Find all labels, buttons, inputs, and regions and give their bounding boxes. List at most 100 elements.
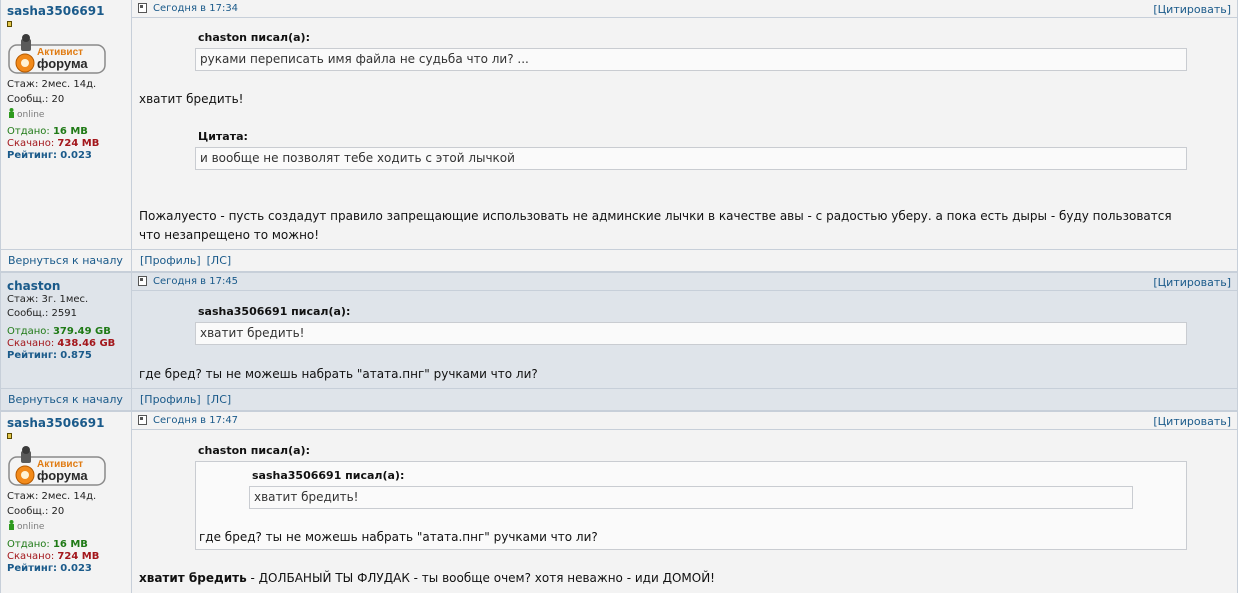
post-author-panel: sasha3506691 Активист форума Стаж: 2мес.…: [1, 0, 132, 249]
author-downloaded: Скачано: 724 MB: [7, 138, 99, 149]
author-messages: Сообщ.: 20: [7, 506, 65, 517]
rating-value: 0.023: [60, 150, 92, 161]
footer-right-cell: [Профиль] [ЛС]: [132, 250, 1237, 271]
pm-link[interactable]: [ЛС]: [207, 254, 232, 267]
post-text: хватит бредить - ДОЛБАНЫЙ ТЫ ФЛУДАК - ты…: [139, 569, 715, 587]
nested-quote-author: sasha3506691 писал(а):: [252, 469, 405, 482]
uploaded-value: 16 MB: [52, 126, 88, 137]
downloaded-value: 438.46 GB: [57, 338, 116, 349]
profile-link[interactable]: [Профиль]: [140, 254, 201, 267]
footer-actions: [Профиль] [ЛС]: [140, 254, 237, 267]
post-text: хватит бредить!: [139, 92, 244, 106]
post-text-bold: хватит бредить: [139, 571, 247, 585]
post: sasha3506691 Активист форума Стаж: 2мес.…: [1, 412, 1237, 593]
activist-badge-icon: Активист форума: [8, 34, 106, 74]
author-uploaded: Отдано: 16 MB: [7, 539, 88, 550]
downloaded-value: 724 MB: [57, 551, 100, 562]
post-author-panel: chaston Стаж: 3г. 1мес. Сообщ.: 2591 Отд…: [1, 273, 132, 388]
online-person-icon: [9, 108, 14, 118]
post-content: Сегодня в 17:45 [Цитировать] sasha350669…: [132, 273, 1237, 388]
post-text: где бред? ты не можешь набрать "атата.пн…: [139, 367, 538, 381]
online-label: online: [17, 522, 45, 532]
badge-line2: форума: [37, 468, 88, 483]
downloaded-label: Скачано:: [7, 138, 55, 149]
post-link-icon[interactable]: [138, 3, 147, 13]
uploaded-label: Отдано:: [7, 539, 50, 550]
pm-link[interactable]: [ЛС]: [207, 393, 232, 406]
quote-author: chaston писал(а):: [198, 444, 310, 457]
quote-box: хватит бредить!: [195, 322, 1187, 345]
badge-line2: форума: [37, 56, 88, 71]
post-text-line: Пожалуесто - пусть создадут правило запр…: [139, 209, 1172, 223]
downloaded-label: Скачано:: [7, 551, 55, 562]
uploaded-value: 379.49 GB: [52, 326, 111, 337]
author-tenure: Стаж: 2мес. 14д.: [7, 491, 97, 502]
rank-icon: [7, 21, 12, 27]
quote-author: Цитата:: [198, 130, 248, 143]
downloaded-value: 724 MB: [57, 138, 100, 149]
quote-author: chaston писал(а):: [198, 31, 310, 44]
online-label: online: [17, 110, 45, 120]
back-to-top-link[interactable]: Вернуться к началу: [8, 393, 123, 406]
post-author-panel: sasha3506691 Активист форума Стаж: 2мес.…: [1, 412, 132, 593]
post-footer: Вернуться к началу [Профиль] [ЛС]: [1, 389, 1237, 410]
author-uploaded: Отдано: 379.49 GB: [7, 326, 111, 337]
uploaded-value: 16 MB: [52, 539, 88, 550]
quote-box: руками переписать имя файла не судьба чт…: [195, 48, 1187, 71]
online-person-icon: [9, 520, 14, 530]
back-to-top-link[interactable]: Вернуться к началу: [8, 254, 123, 267]
author-username[interactable]: sasha3506691: [7, 4, 104, 18]
quote-button[interactable]: [Цитировать]: [1153, 415, 1231, 428]
quote-author: sasha3506691 писал(а):: [198, 305, 351, 318]
author-tenure: Стаж: 2мес. 14д.: [7, 79, 97, 90]
author-username[interactable]: chaston: [7, 279, 60, 293]
forum-topic: sasha3506691 Активист форума Стаж: 2мес.…: [0, 0, 1238, 593]
post-header: Сегодня в 17:47 [Цитировать]: [132, 412, 1237, 430]
author-downloaded: Скачано: 438.46 GB: [7, 338, 115, 349]
author-uploaded: Отдано: 16 MB: [7, 126, 88, 137]
author-rating: Рейтинг: 0.875: [7, 350, 92, 361]
online-status: online: [7, 108, 44, 120]
post-date[interactable]: Сегодня в 17:34: [153, 3, 238, 14]
post-date[interactable]: Сегодня в 17:47: [153, 415, 238, 426]
profile-link[interactable]: [Профиль]: [140, 393, 201, 406]
post-content: Сегодня в 17:47 [Цитировать] chaston пис…: [132, 412, 1237, 593]
post-text-rest: - ДОЛБАНЫЙ ТЫ ФЛУДАК - ты вообще очем? х…: [246, 571, 715, 585]
author-username[interactable]: sasha3506691: [7, 416, 104, 430]
author-rating: Рейтинг: 0.023: [7, 563, 92, 574]
rating-value: 0.023: [60, 563, 92, 574]
author-rating: Рейтинг: 0.023: [7, 150, 92, 161]
author-tenure: Стаж: 3г. 1мес.: [7, 294, 89, 305]
activist-badge-icon: Активист форума: [8, 446, 106, 486]
footer-actions: [Профиль] [ЛС]: [140, 393, 237, 406]
post-text-line: что незапрещено то можно!: [139, 228, 320, 242]
post-link-icon[interactable]: [138, 415, 147, 425]
post: sasha3506691 Активист форума Стаж: 2мес.…: [1, 0, 1237, 249]
rating-value: 0.875: [60, 350, 92, 361]
footer-left-cell: Вернуться к началу: [1, 389, 132, 410]
quote-button[interactable]: [Цитировать]: [1153, 276, 1231, 289]
author-messages: Сообщ.: 20: [7, 94, 65, 105]
online-status: online: [7, 520, 44, 532]
nested-quote-box: хватит бредить!: [249, 486, 1133, 509]
post-date[interactable]: Сегодня в 17:45: [153, 276, 238, 287]
post-header: Сегодня в 17:45 [Цитировать]: [132, 273, 1237, 291]
post-footer: Вернуться к началу [Профиль] [ЛС]: [1, 250, 1237, 271]
quote-text: где бред? ты не можешь набрать "атата.пн…: [199, 530, 598, 544]
uploaded-label: Отдано:: [7, 326, 50, 337]
quote-button[interactable]: [Цитировать]: [1153, 3, 1231, 16]
quote-box: и вообще не позволят тебе ходить с этой …: [195, 147, 1187, 170]
post-content: Сегодня в 17:34 [Цитировать] chaston пис…: [132, 0, 1237, 249]
post: chaston Стаж: 3г. 1мес. Сообщ.: 2591 Отд…: [1, 273, 1237, 388]
rating-label: Рейтинг:: [7, 563, 58, 574]
rank-icon: [7, 433, 12, 439]
post-link-icon[interactable]: [138, 276, 147, 286]
post-header: Сегодня в 17:34 [Цитировать]: [132, 0, 1237, 18]
footer-left-cell: Вернуться к началу: [1, 250, 132, 271]
quote-box: sasha3506691 писал(а): хватит бредить! г…: [195, 461, 1187, 550]
uploaded-label: Отдано:: [7, 126, 50, 137]
downloaded-label: Скачано:: [7, 338, 55, 349]
author-messages: Сообщ.: 2591: [7, 308, 77, 319]
author-downloaded: Скачано: 724 MB: [7, 551, 99, 562]
footer-right-cell: [Профиль] [ЛС]: [132, 389, 1237, 410]
